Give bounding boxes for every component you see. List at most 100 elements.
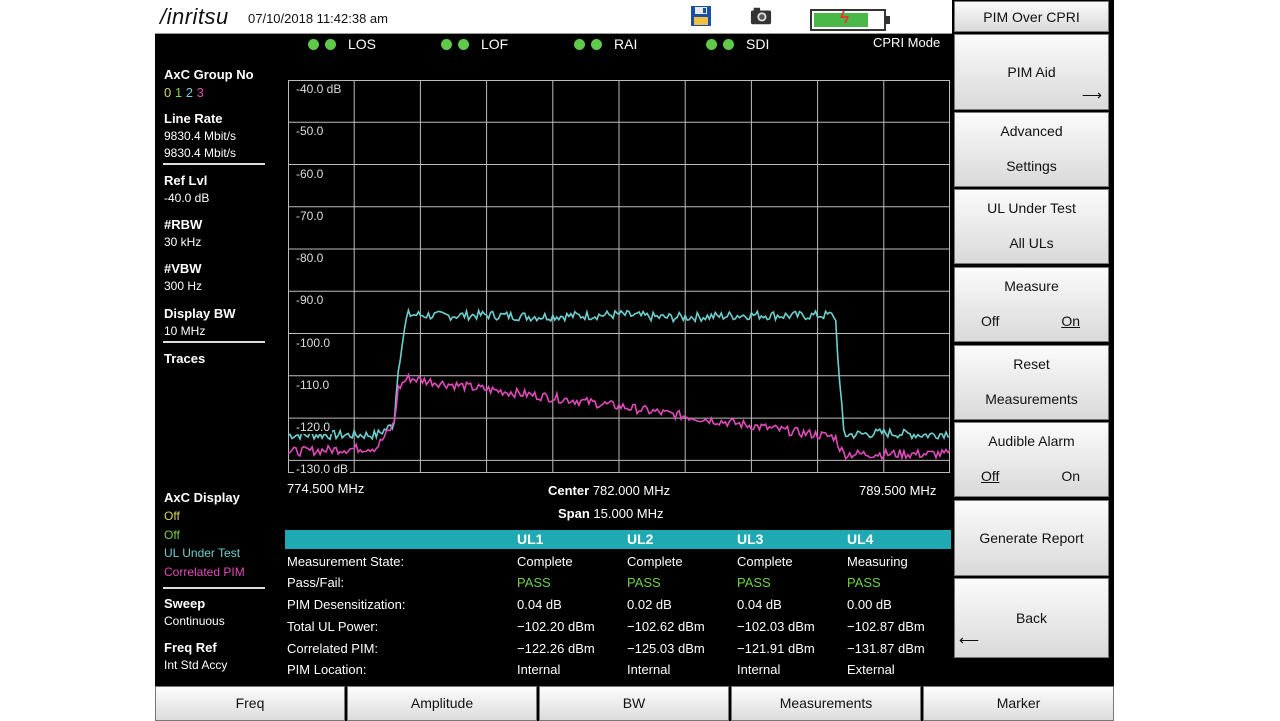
center-value: 782.000 MHz <box>592 483 671 498</box>
menu-title-label: PIM Over CPRI <box>983 8 1080 25</box>
status-led-icon <box>723 38 734 50</box>
stop-frequency-label: 789.500 MHz <box>859 483 937 498</box>
axc-display-item: Off <box>164 509 180 523</box>
status-led-icon <box>325 38 336 50</box>
table-cell: Internal <box>627 662 671 677</box>
column-header: UL4 <box>847 531 874 547</box>
marker-menu-button[interactable]: Marker <box>923 686 1114 721</box>
span-value: 15.000 MHz <box>593 506 664 521</box>
vbw-value: 300 Hz <box>164 279 203 293</box>
rbw-value: 30 kHz <box>164 235 202 249</box>
start-frequency-label: 774.500 MHz <box>287 481 365 496</box>
span-label: Span <box>558 506 590 521</box>
title-bar: /inritsu 07/10/2018 11:42:38 am ϟ <box>155 0 952 34</box>
table-cell: −121.91 dBm <box>737 641 815 656</box>
column-header: UL3 <box>737 531 764 547</box>
column-header: UL1 <box>517 531 544 547</box>
line-rate-value: 9830.4 Mbit/s <box>164 146 237 160</box>
alarm-los: LOS <box>308 36 376 52</box>
axc-digit: 2 <box>185 85 193 100</box>
pim-aid-button[interactable]: PIM Aid ⟶ <box>954 34 1109 110</box>
back-arrow-icon: ⟵ <box>959 632 980 648</box>
spectrum-chart <box>288 80 950 473</box>
floppy-disk-icon[interactable] <box>690 5 712 27</box>
axc-display-item: Correlated PIM <box>164 565 245 579</box>
table-cell: −131.87 dBm <box>847 641 925 656</box>
button-label: Back <box>1015 610 1048 626</box>
button-label: Reset <box>1013 356 1050 372</box>
battery-charging-icon: ϟ <box>810 8 890 31</box>
ref-lvl-value: -40.0 dB <box>164 191 210 205</box>
table-cell: 0.00 dB <box>847 597 892 612</box>
table-cell: −102.87 dBm <box>847 619 925 634</box>
datetime-label: 07/10/2018 11:42:38 am <box>248 11 388 26</box>
alarm-label: LOF <box>481 36 509 52</box>
y-tick-label: -90.0 <box>294 293 326 308</box>
ul-under-test-button[interactable]: UL Under Test All ULs <box>954 189 1109 264</box>
status-led-icon <box>706 38 717 50</box>
table-cell: Complete <box>627 554 683 569</box>
table-cell: 0.04 dB <box>517 597 562 612</box>
alarm-sdi: SDI <box>706 36 769 52</box>
axc-digit: 0 <box>164 85 172 100</box>
button-label: Settings <box>1006 158 1057 174</box>
traces-heading: Traces <box>164 351 206 366</box>
freq-menu-button[interactable]: Freq <box>155 686 345 721</box>
brand-logo: /inritsu <box>160 4 229 29</box>
line-rate-heading: Line Rate <box>164 111 223 126</box>
measure-toggle-button[interactable]: Measure Off On <box>954 267 1109 342</box>
axc-display-item: UL Under Test <box>164 546 241 560</box>
row-label: Total UL Power: <box>287 619 379 634</box>
table-cell: Complete <box>517 554 573 569</box>
spectrum-plot[interactable]: -40.0 dB -50.0 -60.0 -70.0 -80.0 -90.0 -100.0 -… <box>288 80 950 477</box>
table-cell: Complete <box>737 554 793 569</box>
mode-label: CPRI Mode <box>873 35 941 50</box>
table-cell: −102.03 dBm <box>737 619 815 634</box>
row-label: Pass/Fail: <box>287 575 345 590</box>
softkey-panel: PIM Over CPRI PIM Aid ⟶ Advanced Setting… <box>952 0 1114 684</box>
table-cell: Measuring <box>847 554 908 569</box>
bottom-menu-bar: Freq Amplitude BW Measurements Marker <box>155 686 1114 721</box>
toggle-on-option: On <box>1061 468 1080 484</box>
row-label: PIM Desensitization: <box>287 597 406 612</box>
back-button[interactable]: Back ⟵ <box>954 578 1109 658</box>
status-led-icon <box>458 38 469 50</box>
table-cell: Internal <box>517 662 561 677</box>
axc-digit: 1 <box>174 85 183 100</box>
button-label: Measurements <box>985 391 1078 407</box>
divider <box>163 341 265 343</box>
audible-alarm-toggle-button[interactable]: Audible Alarm Off On <box>954 422 1109 497</box>
table-cell: −102.62 dBm <box>627 619 705 634</box>
y-tick-label: -120.0 <box>294 420 333 435</box>
y-tick-label: -80.0 <box>294 251 326 266</box>
alarm-lof: LOF <box>441 36 508 52</box>
amplitude-menu-button[interactable]: Amplitude <box>347 686 537 721</box>
divider <box>163 587 265 589</box>
generate-report-button[interactable]: Generate Report <box>954 500 1109 576</box>
y-tick-label: -50.0 <box>294 124 326 139</box>
button-label: UL Under Test <box>987 200 1076 216</box>
sweep-value: Continuous <box>164 614 225 628</box>
display-bw-heading: Display BW <box>164 306 236 321</box>
measurements-menu-button[interactable]: Measurements <box>731 686 921 721</box>
y-tick-label: -110.0 <box>294 377 332 392</box>
table-cell: −102.20 dBm <box>517 619 595 634</box>
column-header: UL2 <box>627 531 654 547</box>
y-tick-label: -130.0 dB <box>294 462 351 477</box>
axc-display-item: Off <box>164 528 180 542</box>
status-led-icon <box>441 38 452 50</box>
reset-measurements-button[interactable]: Reset Measurements <box>954 345 1109 420</box>
span-readout: Span 15.000 MHz <box>558 506 664 521</box>
bw-menu-button[interactable]: BW <box>539 686 729 721</box>
button-label: Generate Report <box>979 530 1084 546</box>
advanced-settings-button[interactable]: Advanced Settings <box>954 112 1109 187</box>
axc-display-heading: AxC Display <box>164 490 240 505</box>
submenu-arrow-icon: ⟶ <box>1081 87 1102 103</box>
rbw-heading: #RBW <box>164 217 203 232</box>
table-cell: −122.26 dBm <box>517 641 595 656</box>
row-label: Correlated PIM: <box>287 641 379 656</box>
row-label: PIM Location: <box>287 662 367 677</box>
alarm-rai: RAI <box>574 36 637 52</box>
y-tick-label: -70.0 <box>294 208 326 223</box>
camera-icon[interactable] <box>750 5 772 27</box>
